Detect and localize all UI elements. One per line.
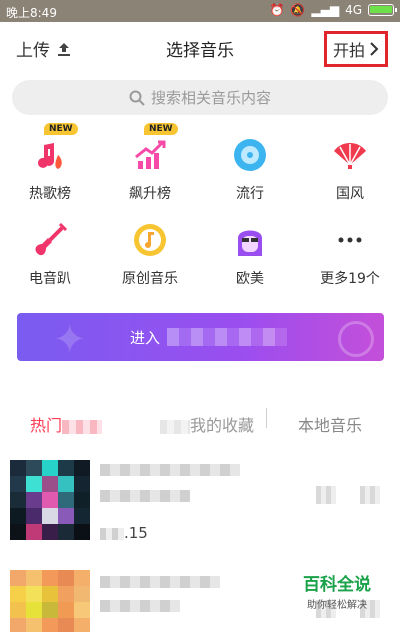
tab-favorites[interactable]: 我的收藏 [160, 412, 254, 436]
original-music-icon [134, 224, 166, 256]
song-action-blurred[interactable] [360, 486, 380, 504]
signal-icon: ▂▄▆ [311, 3, 340, 17]
status-icons: ⏰ 🔕 ▂▄▆ 4G [269, 3, 397, 17]
song-cover [10, 570, 90, 632]
category-western[interactable]: 欧美 [210, 220, 290, 288]
song-action-blurred[interactable] [316, 486, 336, 504]
status-bar: 晚上8:49 ⏰ 🔕 ▂▄▆ 4G [0, 0, 400, 22]
song-title-blurred [100, 576, 220, 588]
category-label: 热歌榜 [29, 186, 71, 202]
song-duration: .15 [100, 524, 148, 542]
electric-guitar-icon [35, 222, 68, 256]
tab-hot[interactable]: 热门 [30, 412, 103, 436]
category-label: 电音趴 [29, 271, 71, 287]
tab-hot-blur [62, 419, 103, 434]
alarm-icon: ⏰ [269, 3, 285, 17]
category-electronic[interactable]: 电音趴 [10, 220, 90, 288]
banner-blurred-text [167, 328, 287, 346]
category-original[interactable]: 原创音乐 [110, 220, 190, 288]
network-type: 4G [345, 3, 362, 17]
star-decoration-icon: ✦ [53, 317, 87, 361]
search-input[interactable]: 搜索相关音乐内容 [12, 80, 388, 115]
western-avatar-icon [238, 230, 262, 256]
tab-favorites-label: 我的收藏 [190, 416, 255, 435]
song-artist-blurred [100, 490, 190, 502]
status-time: 晚上8:49 [6, 6, 57, 20]
song-list-item[interactable]: .15 [0, 460, 400, 552]
category-label: 欧美 [236, 271, 264, 287]
search-placeholder: 搜索相关音乐内容 [150, 89, 271, 107]
watermark-title: 百科全说 [303, 575, 371, 595]
tab-local-music[interactable]: 本地音乐 [298, 412, 362, 436]
category-rising-chart[interactable]: NEW 飙升榜 [110, 123, 190, 203]
song-cover [10, 460, 90, 540]
tab-favorites-blur [160, 419, 190, 434]
search-icon [129, 90, 145, 106]
category-more[interactable]: 更多19个 [310, 220, 390, 288]
category-chinese-style[interactable]: 国风 [310, 135, 390, 203]
category-label: 国风 [336, 186, 364, 202]
category-pop[interactable]: 流行 [210, 135, 290, 203]
start-label: 开拍 [332, 41, 365, 60]
category-label: 原创音乐 [122, 271, 178, 287]
category-hot-chart[interactable]: NEW 热歌榜 [10, 123, 90, 203]
new-badge: NEW [144, 123, 178, 135]
chevron-right-icon [370, 42, 379, 56]
tab-local-label: 本地音乐 [298, 416, 363, 435]
category-label: 飙升榜 [129, 186, 171, 202]
music-tabs: 热门 我的收藏 本地音乐 [0, 400, 400, 444]
battery-icon [368, 4, 397, 16]
song-title-blurred [100, 464, 240, 476]
start-shooting-button[interactable]: 开拍 [323, 31, 388, 67]
header: 上传 选择音乐 开拍 [0, 22, 400, 74]
rising-chart-icon [135, 140, 166, 169]
pop-disc-icon [234, 139, 266, 171]
promo-banner[interactable]: ✦ 进入 [17, 313, 384, 361]
watermark-subtitle: 助你轻松解决 [307, 600, 367, 611]
category-label: 流行 [236, 186, 264, 202]
watermark: 百科全说 助你轻松解决 [282, 570, 392, 611]
more-dots-icon [338, 237, 362, 243]
tab-hot-label: 热门 [30, 416, 63, 435]
tab-divider [266, 408, 267, 428]
ring-decoration [338, 321, 374, 357]
mute-icon: 🔕 [290, 3, 306, 17]
category-label: 更多19个 [320, 271, 380, 287]
new-badge: NEW [44, 123, 78, 135]
banner-text: 进入 [130, 329, 161, 347]
fan-icon [334, 143, 366, 169]
hot-chart-icon [38, 143, 62, 169]
song-artist-blurred [100, 600, 180, 612]
